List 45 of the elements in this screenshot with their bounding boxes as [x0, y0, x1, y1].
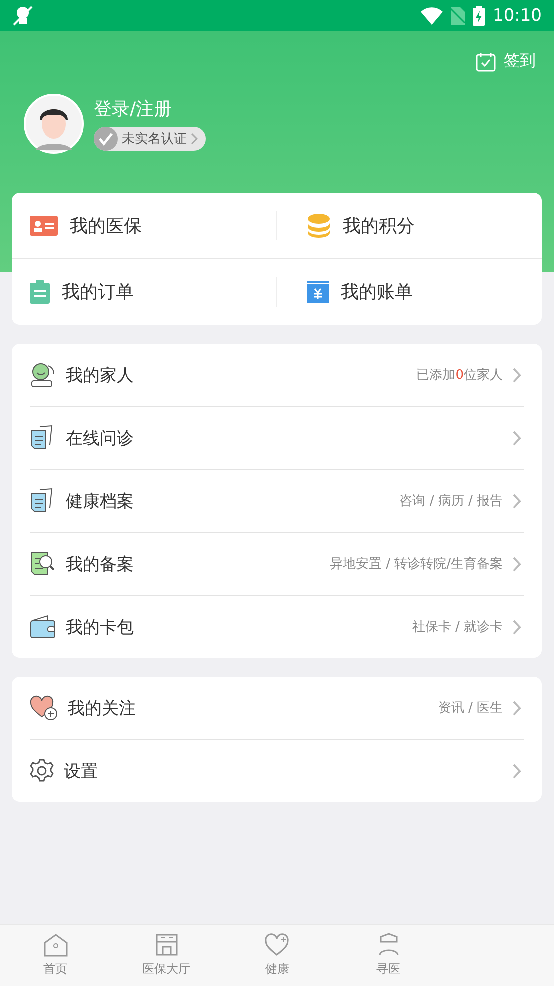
- menu-row[interactable]: 健康档案 咨询 / 病历 / 报告: [12, 470, 542, 532]
- battery-charging-icon: [473, 6, 485, 26]
- avatar-icon[interactable]: [24, 94, 84, 154]
- menu-row[interactable]: 我的关注 资讯 / 医生: [12, 677, 542, 739]
- verification-badge[interactable]: 未实名认证: [94, 127, 206, 151]
- menu-row[interactable]: 我的备案 异地安置 / 转诊转院/生育备案: [12, 533, 542, 595]
- shortcut-item[interactable]: 我的订单: [12, 259, 277, 325]
- shortcut-item[interactable]: 我的积分: [277, 193, 542, 259]
- document-search-icon: [30, 551, 56, 577]
- family-icon: [30, 362, 56, 388]
- settings-icon: [30, 759, 54, 783]
- chevron-icon: [513, 764, 522, 778]
- menu-row[interactable]: 我的家人 已添加0位家人: [12, 344, 542, 406]
- storefront-icon: [154, 933, 178, 957]
- menu-hint: 资讯 / 医生: [438, 700, 503, 717]
- check-icon: [94, 127, 118, 151]
- menu-hint: 社保卡 / 就诊卡: [412, 619, 503, 636]
- clipboard-icon: [30, 280, 50, 304]
- menu-hint: 已添加0位家人: [416, 367, 503, 384]
- shortcut-item[interactable]: 我的账单: [277, 259, 542, 325]
- chevron-icon: [191, 133, 198, 145]
- chevron-icon: [513, 494, 522, 508]
- chevron-icon: [513, 620, 522, 634]
- heart-plus-icon: [264, 933, 290, 957]
- menu-hint: 异地安置 / 转诊转院/生育备案: [330, 556, 503, 573]
- wallet-icon: [30, 615, 56, 639]
- menu-row[interactable]: 在线问诊: [12, 407, 542, 469]
- wifi-icon: [421, 6, 443, 24]
- chevron-icon: [513, 430, 522, 446]
- calendar-check-icon: [476, 52, 496, 72]
- no-sim-icon: [451, 6, 465, 24]
- status-time: 10:10: [493, 6, 542, 26]
- shortcut-item[interactable]: 我的医保: [12, 193, 277, 259]
- heart-plus-icon: [30, 695, 58, 721]
- coins-icon: [307, 214, 331, 238]
- robot-icon: [12, 4, 34, 26]
- chevron-icon: [513, 368, 522, 382]
- menu-hint: 咨询 / 病历 / 报告: [400, 493, 503, 510]
- chevron-icon: [513, 700, 522, 716]
- menu-row[interactable]: 我的卡包 社保卡 / 就诊卡: [12, 596, 542, 658]
- menu-row[interactable]: 设置: [12, 740, 542, 802]
- home-icon: [42, 933, 68, 957]
- bill-icon: [307, 281, 329, 303]
- chevron-icon: [513, 556, 522, 572]
- id-card-icon: [30, 216, 58, 236]
